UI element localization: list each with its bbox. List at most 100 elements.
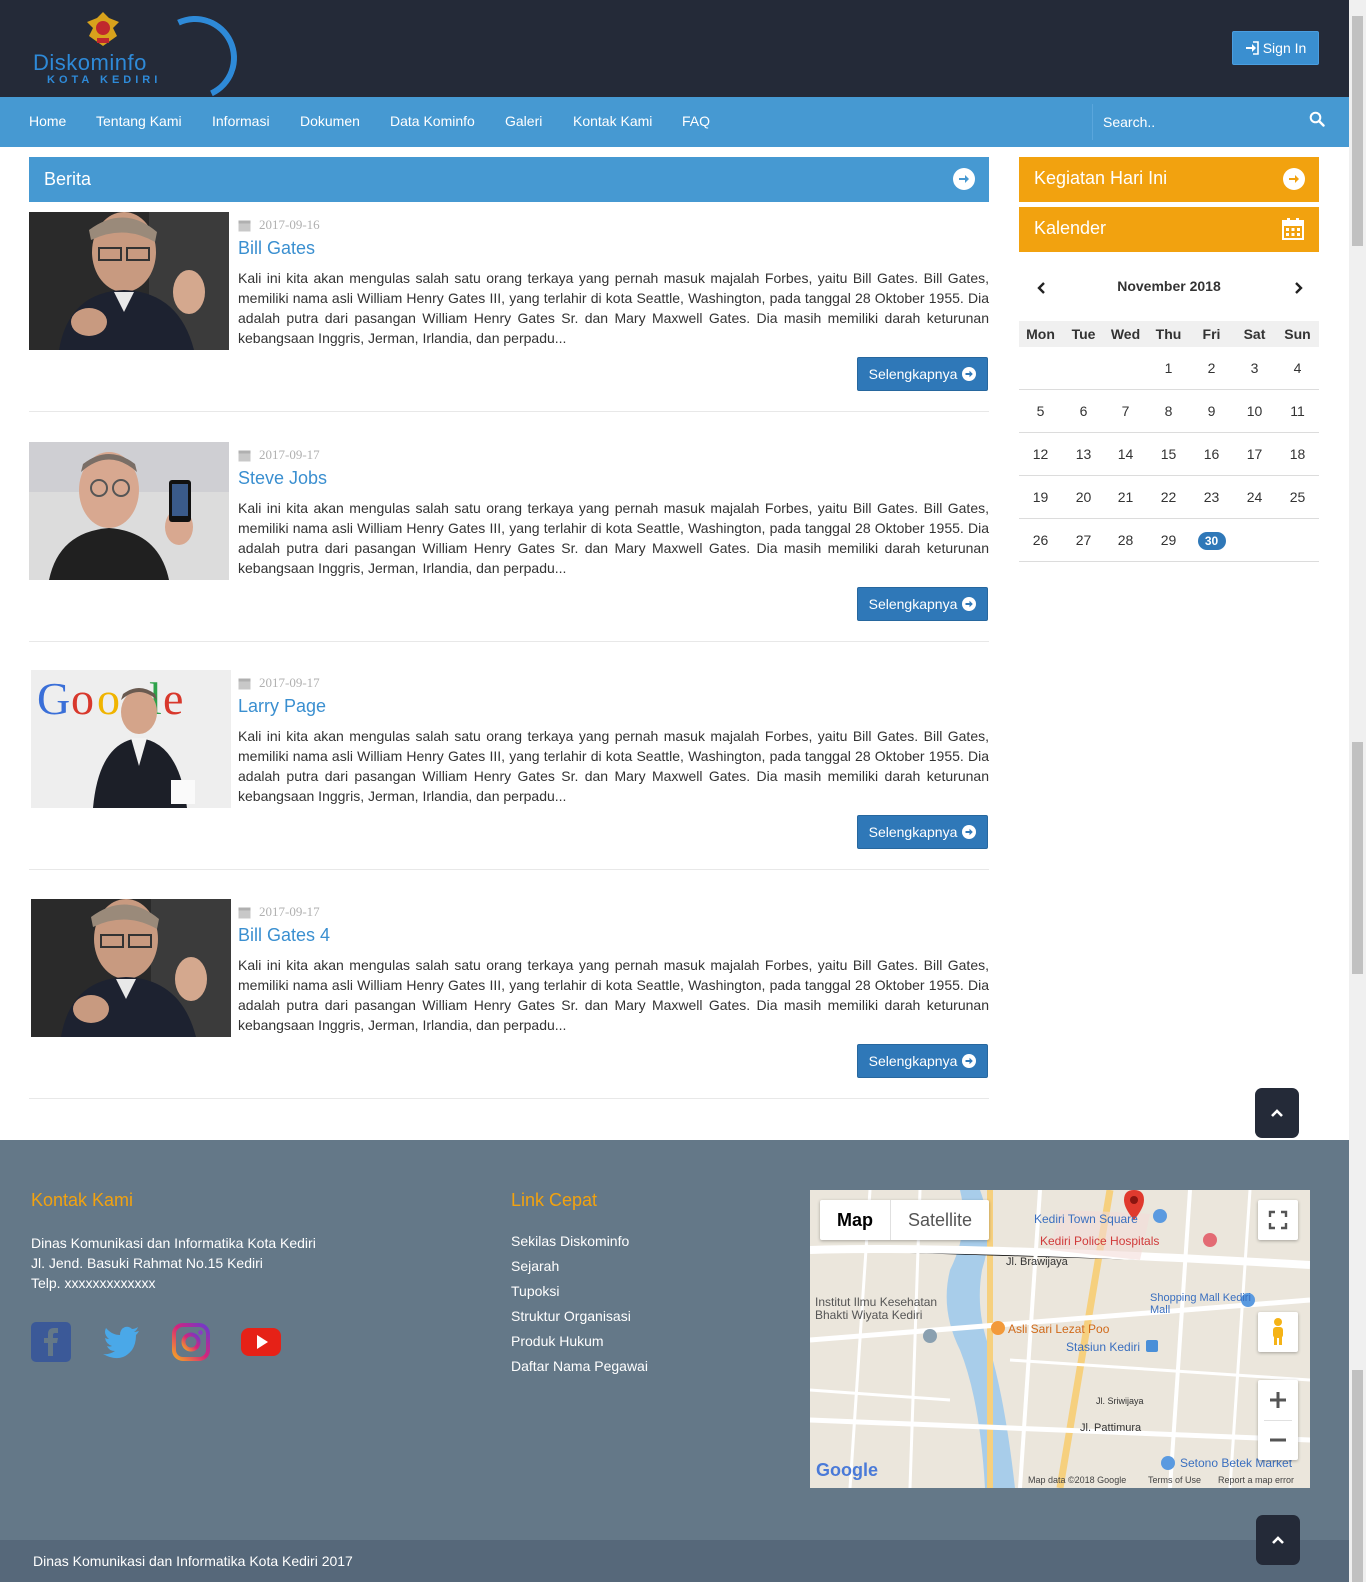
map-tab-satellite[interactable]: Satellite: [891, 1200, 989, 1240]
berita-more-icon[interactable]: [953, 168, 975, 190]
calendar-day[interactable]: 19: [1019, 476, 1062, 519]
calendar-day[interactable]: 16: [1190, 433, 1233, 476]
calendar-day[interactable]: 28: [1104, 519, 1147, 562]
scrollbar-thumb[interactable]: [1352, 16, 1363, 246]
calendar-day[interactable]: 3: [1233, 347, 1276, 390]
calendar-day[interactable]: 23: [1190, 476, 1233, 519]
calendar-day[interactable]: 24: [1233, 476, 1276, 519]
footer-bottom-bar: Dinas Komunikasi dan Informatika Kota Ke…: [0, 1540, 1349, 1582]
zoom-out-icon[interactable]: [1268, 1430, 1288, 1450]
nav-informasi[interactable]: Informasi: [212, 113, 270, 129]
zoom-in-icon[interactable]: [1268, 1390, 1288, 1410]
fullscreen-button[interactable]: [1258, 1200, 1298, 1240]
scrollbar-thumb[interactable]: [1352, 1370, 1363, 1582]
news-date-text: 2017-09-17: [259, 904, 320, 919]
calendar-day-number: 5: [1036, 403, 1045, 419]
news-title[interactable]: Bill Gates 4: [238, 925, 330, 946]
map-report-link[interactable]: Report a map error: [1218, 1475, 1294, 1485]
calendar-day[interactable]: 14: [1104, 433, 1147, 476]
news-title[interactable]: Bill Gates: [238, 238, 315, 259]
calendar-day[interactable]: 1: [1147, 347, 1190, 390]
footer-link-sejarah[interactable]: Sejarah: [511, 1258, 559, 1274]
calendar-day[interactable]: 8: [1147, 390, 1190, 433]
page-scrollbar[interactable]: [1349, 0, 1366, 1582]
nav-galeri[interactable]: Galeri: [505, 113, 542, 129]
calendar-day[interactable]: 4: [1276, 347, 1319, 390]
chevron-right-icon[interactable]: [1291, 281, 1305, 295]
calendar-day[interactable]: 30: [1190, 519, 1233, 562]
nav-faq[interactable]: FAQ: [682, 113, 710, 129]
facebook-icon[interactable]: [31, 1322, 71, 1362]
instagram-icon[interactable]: [171, 1322, 211, 1362]
street-view-button[interactable]: [1258, 1312, 1298, 1352]
calendar-day[interactable]: 7: [1104, 390, 1147, 433]
calendar-day[interactable]: 13: [1062, 433, 1105, 476]
news-title[interactable]: Larry Page: [238, 696, 326, 717]
calendar-day-number: 2: [1207, 360, 1216, 376]
calendar-day[interactable]: 6: [1062, 390, 1105, 433]
read-more-button[interactable]: Selengkapnya: [857, 1044, 988, 1078]
news-image-steve-jobs[interactable]: [29, 442, 229, 580]
weekday-wed: Wed: [1110, 326, 1141, 342]
calendar-day[interactable]: 20: [1062, 476, 1105, 519]
twitter-icon[interactable]: [101, 1322, 141, 1362]
read-more-button[interactable]: Selengkapnya: [857, 357, 988, 391]
sign-in-button[interactable]: Sign In: [1232, 31, 1319, 65]
calendar-day[interactable]: 22: [1147, 476, 1190, 519]
calendar-day[interactable]: 15: [1147, 433, 1190, 476]
calendar-day-number: 16: [1203, 446, 1220, 462]
footer-link-pegawai[interactable]: Daftar Nama Pegawai: [511, 1358, 648, 1374]
nav-kontak-kami[interactable]: Kontak Kami: [573, 113, 652, 129]
read-more-button[interactable]: Selengkapnya: [857, 587, 988, 621]
map-street-label: Jl. Sriwijaya: [1096, 1396, 1144, 1406]
read-more-button[interactable]: Selengkapnya: [857, 815, 988, 849]
google-map[interactable]: Kediri Town Square Kediri Police Hospita…: [810, 1190, 1310, 1488]
calendar-day[interactable]: 10: [1233, 390, 1276, 433]
site-logo[interactable]: Diskominfo KOTA KEDIRI: [33, 4, 249, 112]
footer-link-produk-hukum[interactable]: Produk Hukum: [511, 1333, 604, 1349]
map-tab-map[interactable]: Map: [820, 1200, 891, 1240]
search-input[interactable]: [1103, 112, 1303, 132]
pegman-icon: [1273, 1318, 1283, 1345]
calendar-day[interactable]: 9: [1190, 390, 1233, 433]
nav-tentang-kami[interactable]: Tentang Kami: [96, 113, 182, 129]
youtube-icon[interactable]: [241, 1322, 281, 1362]
footer-link-sekilas[interactable]: Sekilas Diskominfo: [511, 1233, 629, 1249]
kegiatan-more-icon[interactable]: [1283, 168, 1305, 190]
map-data-text: Map data ©2018 Google: [1028, 1475, 1127, 1485]
calendar-day[interactable]: 25: [1276, 476, 1319, 519]
scroll-to-top-button[interactable]: [1256, 1515, 1300, 1565]
calendar-day[interactable]: 21: [1104, 476, 1147, 519]
news-title[interactable]: Steve Jobs: [238, 468, 327, 489]
calendar-day-empty: [1276, 519, 1319, 562]
nav-dokumen[interactable]: Dokumen: [300, 113, 360, 129]
kalender-title: Kalender: [1034, 218, 1107, 238]
read-more-label: Selengkapnya: [868, 824, 958, 840]
calendar-day[interactable]: 27: [1062, 519, 1105, 562]
calendar-day[interactable]: 17: [1233, 433, 1276, 476]
scrollbar-thumb[interactable]: [1352, 742, 1363, 974]
calendar-day[interactable]: 2: [1190, 347, 1233, 390]
footer-address-line: Dinas Komunikasi dan Informatika Kota Ke…: [31, 1235, 316, 1251]
news-image-larry-page[interactable]: G o o l e: [31, 670, 231, 808]
calendar-day[interactable]: 5: [1019, 390, 1062, 433]
calendar-day[interactable]: 18: [1276, 433, 1319, 476]
kegiatan-header[interactable]: Kegiatan Hari Ini: [1019, 157, 1319, 202]
map-terms-link[interactable]: Terms of Use: [1148, 1475, 1201, 1485]
calendar-day[interactable]: 26: [1019, 519, 1062, 562]
search-icon[interactable]: [1309, 111, 1325, 127]
news-image-bill-gates[interactable]: [29, 212, 229, 350]
nav-home[interactable]: Home: [29, 113, 66, 129]
calendar-day[interactable]: 29: [1147, 519, 1190, 562]
calendar-day[interactable]: 12: [1019, 433, 1062, 476]
fullscreen-icon: [1268, 1210, 1288, 1230]
scroll-to-top-button[interactable]: [1255, 1088, 1299, 1138]
footer-link-tupoksi[interactable]: Tupoksi: [511, 1283, 560, 1299]
calendar-day[interactable]: 11: [1276, 390, 1319, 433]
nav-data-kominfo[interactable]: Data Kominfo: [390, 113, 475, 129]
footer-link-struktur[interactable]: Struktur Organisasi: [511, 1308, 631, 1324]
calendar-row-divider: [1019, 561, 1319, 562]
news-date: 2017-09-17: [238, 675, 320, 691]
map-place-label: Shopping Mall Kediri Mall: [1150, 1292, 1251, 1316]
news-image-bill-gates-4[interactable]: [31, 899, 231, 1037]
